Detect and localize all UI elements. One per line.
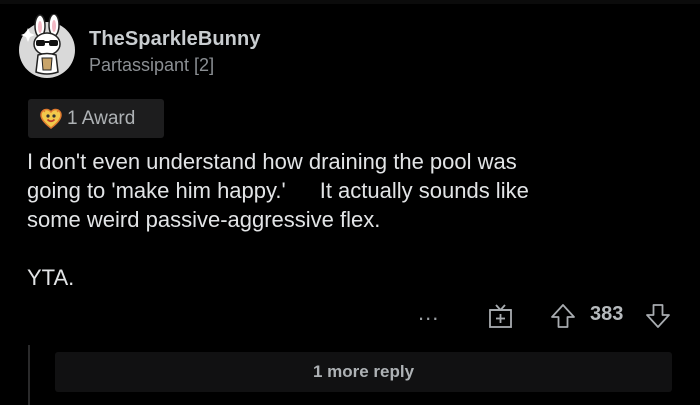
bunny-avatar-icon <box>19 13 75 78</box>
downvote-button[interactable] <box>644 302 672 330</box>
user-flair: Partassipant [2] <box>89 55 215 75</box>
comment-line: I don't even understand how draining the… <box>27 149 517 174</box>
gift-icon <box>489 304 512 328</box>
thread-line[interactable] <box>28 345 30 405</box>
comment-line: going to 'make him happy.' <box>27 178 286 203</box>
more-replies-button[interactable]: 1 more reply <box>55 352 672 392</box>
comment-line: It actually sounds like <box>319 178 529 203</box>
upvote-arrow-icon <box>551 304 575 328</box>
username[interactable]: TheSparkleBunny <box>89 28 261 51</box>
more-options-button[interactable]: ... <box>418 302 439 324</box>
comment-paragraph: I don't even understand how draining the… <box>27 147 667 234</box>
award-badge[interactable]: 1 Award <box>28 99 164 138</box>
give-award-button[interactable] <box>487 302 514 329</box>
wholesome-heart-award-icon <box>40 108 62 129</box>
award-count-label: 1 Award <box>67 107 136 129</box>
avatar[interactable] <box>18 13 76 80</box>
comment-actions: ... 383 <box>0 298 700 334</box>
downvote-arrow-icon <box>646 304 670 328</box>
comment-body: I don't even understand how draining the… <box>27 147 667 292</box>
comment-line: some weird passive-aggressive flex. <box>27 207 381 232</box>
comment-paragraph: YTA. <box>27 265 75 290</box>
top-divider <box>0 0 700 4</box>
upvote-button[interactable] <box>549 302 577 330</box>
vote-score: 383 <box>590 303 624 325</box>
